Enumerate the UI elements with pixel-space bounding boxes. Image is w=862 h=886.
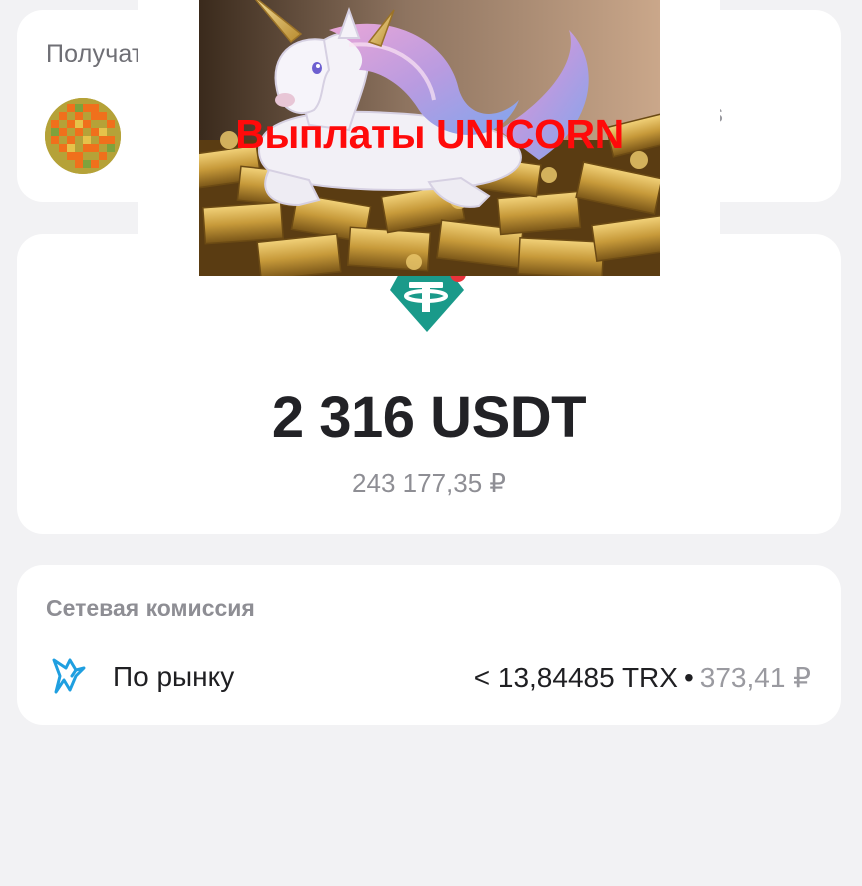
fee-fiat-amount: 373,41 ₽ bbox=[699, 662, 811, 693]
promo-banner-image: Выплаты UNICORN bbox=[199, 0, 660, 276]
transfer-fiat-equivalent: 243 177,35 ₽ bbox=[352, 468, 506, 498]
amount-card: 2 316 USDT 243 177,35 ₽ bbox=[17, 234, 841, 534]
fee-value: < 13,84485 TRX • 373,41 ₽ bbox=[474, 661, 811, 694]
fee-speed-option[interactable]: По рынку bbox=[113, 661, 234, 693]
fee-crypto-amount: < 13,84485 TRX bbox=[473, 662, 678, 693]
recipient-avatar bbox=[45, 98, 121, 174]
tether-usdt-icon bbox=[390, 266, 466, 336]
network-fee-card[interactable]: Сетевая комиссия По рынку < 13,84485 TRX… bbox=[17, 565, 841, 725]
promo-caption: Выплаты UNICORN bbox=[235, 111, 624, 157]
transfer-amount: 2 316 USDT bbox=[271, 385, 587, 450]
network-fee-title: Сетевая комиссия bbox=[46, 595, 255, 621]
fee-separator: • bbox=[683, 662, 694, 693]
hummingbird-icon bbox=[50, 656, 88, 696]
